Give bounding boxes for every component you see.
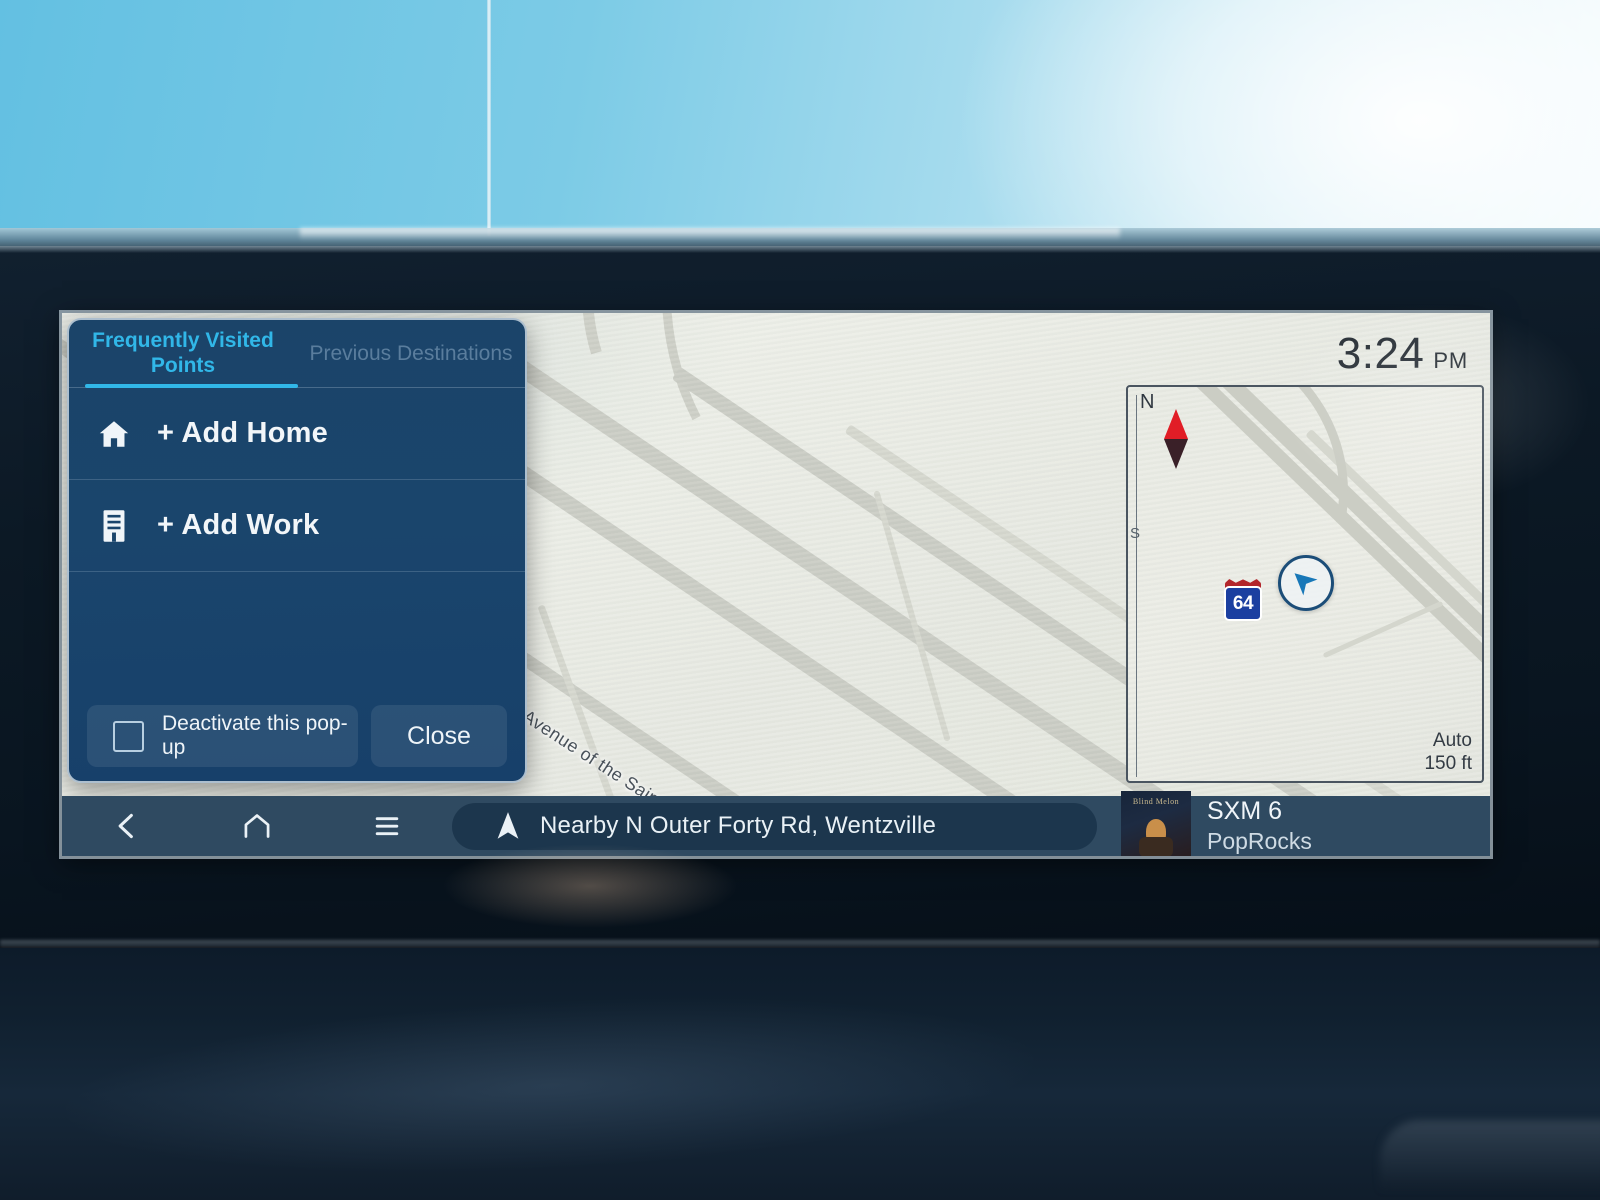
tab-active-underline bbox=[85, 384, 298, 388]
minimap-scale-mode: Auto bbox=[1432, 730, 1472, 752]
list-item-add-home[interactable]: + Add Home bbox=[69, 388, 525, 480]
popup-tabs: Frequently Visited Points Previous Desti… bbox=[69, 320, 525, 388]
home-icon bbox=[97, 417, 131, 451]
home-icon bbox=[244, 814, 270, 838]
media-text: SXM 6 PopRocks bbox=[1207, 797, 1312, 855]
minimap-vehicle-marker bbox=[1278, 555, 1334, 611]
minimap-axis-line bbox=[1136, 395, 1137, 777]
media-channel-name: PopRocks bbox=[1207, 828, 1312, 854]
minimap-panel[interactable]: N S 64 Auto 150 ft bbox=[1126, 385, 1484, 783]
compass-south-label: S bbox=[1130, 525, 1141, 542]
sky-background bbox=[0, 0, 1600, 246]
menu-button[interactable] bbox=[322, 813, 452, 839]
media-source-title: SXM 6 bbox=[1207, 797, 1283, 825]
album-art: Blind Melon bbox=[1121, 791, 1191, 856]
photo-scene: Avenue of the Saints 3:24 PM N S 64 Auto… bbox=[0, 0, 1600, 1200]
minimap-scale: Auto 150 ft bbox=[1424, 730, 1472, 775]
destination-address-bar[interactable]: Nearby N Outer Forty Rd, Wentzville bbox=[452, 802, 1097, 850]
minimap-scale-value: 150 ft bbox=[1424, 752, 1472, 774]
back-button[interactable] bbox=[62, 811, 192, 841]
list-item-add-work[interactable]: + Add Work bbox=[69, 480, 525, 572]
shield-number: 64 bbox=[1224, 586, 1262, 621]
infotainment-screen[interactable]: Avenue of the Saints 3:24 PM N S 64 Auto… bbox=[62, 313, 1490, 856]
minimap-road-4 bbox=[1322, 600, 1444, 659]
clock-time: 3:24 bbox=[1336, 329, 1425, 378]
compass-needle-north-icon bbox=[1164, 409, 1188, 439]
bottom-navigation-bar: Nearby N Outer Forty Rd, Wentzville Blin… bbox=[62, 791, 1490, 856]
popup-footer: Deactivate this pop-up Close bbox=[69, 705, 525, 767]
add-work-label: + Add Work bbox=[157, 509, 320, 541]
interstate-shield-icon: 64 bbox=[1223, 579, 1263, 621]
cowl-glare bbox=[300, 228, 1120, 240]
compass-north-label: N bbox=[1140, 391, 1155, 413]
work-building-icon bbox=[97, 509, 131, 543]
deactivate-popup-label: Deactivate this pop-up bbox=[162, 712, 348, 759]
navigation-arrow-icon bbox=[497, 812, 519, 839]
status-clock: 3:24 PM bbox=[1337, 329, 1468, 379]
album-art-band-name: Blind Melon bbox=[1132, 797, 1180, 806]
back-icon bbox=[118, 813, 133, 839]
system-nav-icons bbox=[62, 811, 452, 841]
deactivate-popup-checkbox[interactable]: Deactivate this pop-up bbox=[87, 705, 358, 767]
minimap-vehicle-heading-arrow bbox=[1294, 573, 1318, 596]
destination-address-text: Nearby N Outer Forty Rd, Wentzville bbox=[540, 812, 937, 839]
bezel-top-edge bbox=[0, 246, 1600, 253]
navigation-map[interactable]: Avenue of the Saints 3:24 PM N S 64 Auto… bbox=[62, 313, 1490, 796]
dashboard-trim bbox=[1380, 1120, 1600, 1190]
close-button[interactable]: Close bbox=[371, 705, 507, 767]
compass-needle-south-icon bbox=[1164, 439, 1188, 469]
tab-previous-destinations[interactable]: Previous Destinations bbox=[297, 320, 525, 388]
checkbox-box-icon[interactable] bbox=[113, 720, 144, 752]
tab-frequently-visited-points[interactable]: Frequently Visited Points bbox=[69, 320, 297, 388]
album-art-figure-base bbox=[1139, 837, 1173, 856]
menu-icon bbox=[375, 817, 399, 836]
media-widget[interactable]: Blind Melon SXM 6 PopRocks bbox=[1121, 791, 1312, 856]
clock-meridiem: PM bbox=[1433, 348, 1468, 373]
antenna-reflection bbox=[487, 0, 491, 236]
frequently-visited-popup[interactable]: Frequently Visited Points Previous Desti… bbox=[67, 318, 527, 783]
add-home-label: + Add Home bbox=[157, 417, 328, 449]
home-button[interactable] bbox=[192, 811, 322, 841]
